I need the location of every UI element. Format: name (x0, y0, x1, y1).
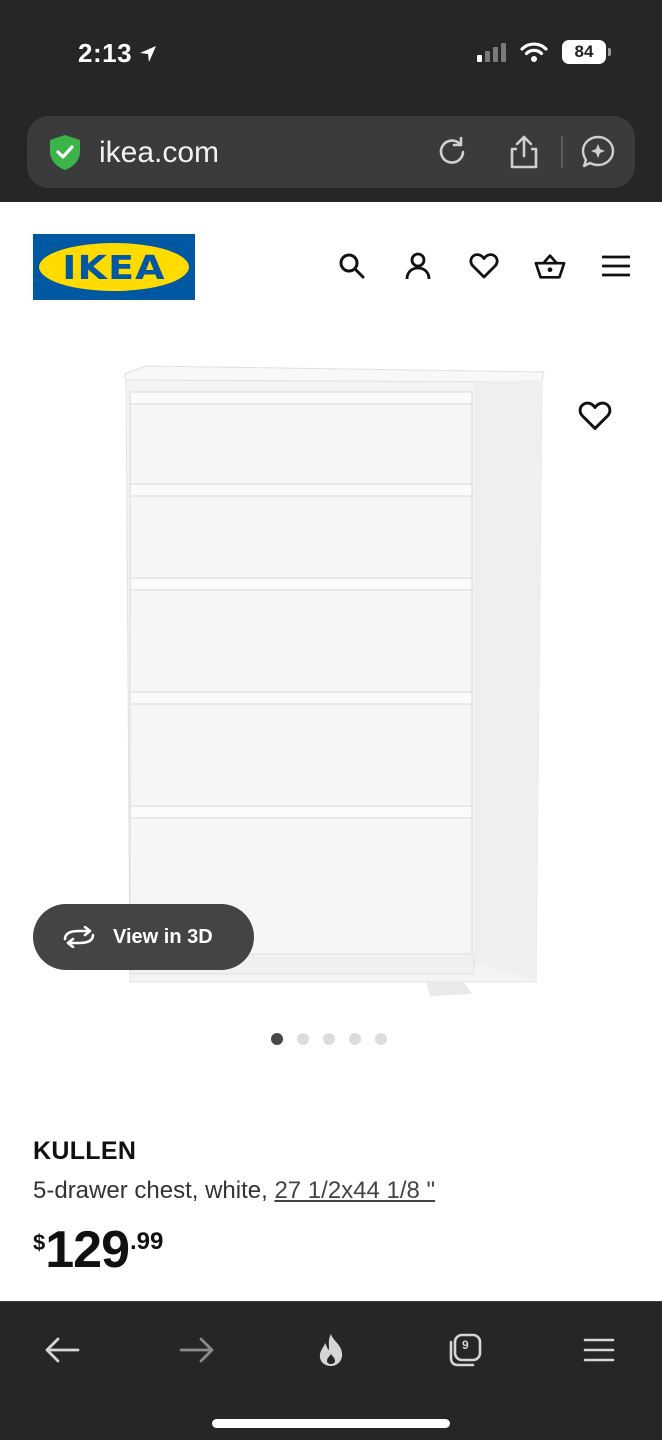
tabs-button[interactable]: 9 (445, 1330, 485, 1370)
favourites-button[interactable] (468, 248, 500, 284)
location-arrow-icon (140, 45, 157, 62)
wifi-icon (520, 42, 548, 62)
carousel-dot[interactable] (271, 1033, 283, 1045)
ikea-logo[interactable]: IKEA (33, 234, 195, 300)
shield-check-icon (50, 135, 80, 170)
logo-text: IKEA (62, 247, 166, 287)
url-text[interactable]: ikea.com (99, 136, 219, 170)
browser-top-chrome: 2:13 84 ikea.com (0, 0, 662, 202)
back-arrow-icon (45, 1337, 80, 1363)
account-icon (405, 252, 431, 280)
view-in-3d-button[interactable]: View in 3D (33, 904, 254, 970)
product-price: $ 129 .99 (33, 1222, 163, 1278)
browser-menu-button[interactable] (579, 1330, 619, 1370)
battery-indicator: 84 (562, 40, 611, 64)
reload-icon (439, 136, 465, 164)
status-indicators: 84 (477, 40, 611, 64)
menu-icon (583, 1338, 615, 1362)
carousel-dot[interactable] (349, 1033, 361, 1045)
heart-icon (469, 253, 499, 279)
price-integer: 129 (45, 1221, 130, 1279)
forward-arrow-icon (179, 1337, 214, 1363)
assistant-button[interactable] (579, 133, 617, 171)
image-carousel-indicator (271, 1033, 387, 1045)
share-button[interactable] (505, 133, 543, 171)
carousel-dot[interactable] (375, 1033, 387, 1045)
header-nav (336, 248, 632, 284)
search-button[interactable] (336, 248, 368, 284)
price-currency: $ (33, 1230, 46, 1255)
hamburger-menu-icon (602, 255, 630, 277)
logo-oval: IKEA (39, 243, 189, 291)
cellular-signal-icon (477, 42, 506, 62)
browser-bottom-toolbar: 9 (0, 1301, 662, 1440)
carousel-dot[interactable] (323, 1033, 335, 1045)
share-icon (510, 135, 538, 169)
chat-sparkle-icon (581, 135, 615, 168)
forward-button[interactable] (177, 1330, 217, 1370)
menu-button[interactable] (600, 248, 632, 284)
search-icon (339, 253, 365, 279)
address-bar-divider (561, 136, 563, 168)
rotate-3d-icon (63, 926, 95, 948)
view-in-3d-label: View in 3D (113, 925, 213, 948)
basket-button[interactable] (534, 248, 566, 284)
account-button[interactable] (402, 248, 434, 284)
status-time: 2:13 (78, 38, 158, 69)
reload-button[interactable] (433, 133, 471, 171)
back-button[interactable] (42, 1330, 82, 1370)
status-time-text: 2:13 (78, 38, 133, 68)
product-measurement-link[interactable]: 27 1/2x44 1/8 " (274, 1177, 435, 1204)
flame-icon (319, 1334, 343, 1366)
product-description-text: 5-drawer chest, white, (33, 1177, 268, 1204)
carousel-dot[interactable] (297, 1033, 309, 1045)
tab-count: 9 (462, 1338, 469, 1352)
address-bar[interactable]: ikea.com (27, 116, 635, 188)
burn-button[interactable] (311, 1330, 351, 1370)
add-to-favourites-button[interactable] (578, 400, 614, 434)
product-name: KULLEN (33, 1137, 137, 1165)
product-image-gallery[interactable]: View in 3D (0, 330, 662, 1020)
product-description: 5-drawer chest, white, 27 1/2x44 1/8 " (33, 1177, 435, 1205)
home-indicator[interactable] (212, 1419, 450, 1428)
price-decimal: .99 (130, 1228, 164, 1255)
heart-icon (578, 401, 612, 430)
basket-icon (534, 254, 566, 279)
